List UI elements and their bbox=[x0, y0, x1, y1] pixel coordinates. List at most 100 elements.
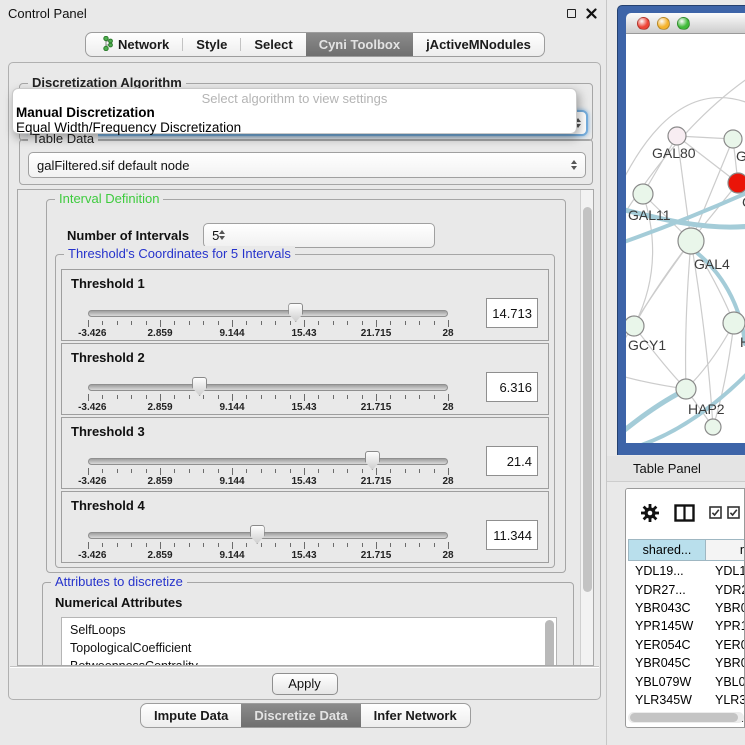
tick-mark bbox=[189, 395, 190, 399]
threshold-value-field[interactable]: 21.4 bbox=[486, 446, 538, 476]
network-node[interactable] bbox=[728, 173, 745, 193]
tick-mark bbox=[246, 321, 247, 325]
threshold-value-field[interactable]: 11.344 bbox=[486, 520, 538, 550]
scrollbar-thumb[interactable] bbox=[630, 713, 738, 722]
columns-icon[interactable] bbox=[674, 504, 695, 522]
slider-track[interactable] bbox=[88, 384, 448, 391]
threshold-value-field[interactable]: 14.713 bbox=[486, 298, 538, 328]
slider-track[interactable] bbox=[88, 532, 448, 539]
table-row[interactable]: YDL19...YDL1... bbox=[628, 562, 745, 580]
attribute-list-item[interactable]: SelfLoops bbox=[70, 621, 556, 639]
apply-button[interactable]: Apply bbox=[272, 673, 338, 695]
cyni-toolbox-panel: Discretization Algorithm Table Data galF… bbox=[8, 62, 601, 700]
threshold-label: Threshold 2 bbox=[71, 350, 145, 365]
tab-style[interactable]: Style bbox=[183, 33, 240, 56]
slider-track[interactable] bbox=[88, 310, 448, 317]
network-node[interactable] bbox=[723, 312, 745, 334]
checkbox-icon[interactable] bbox=[709, 506, 722, 519]
network-node[interactable] bbox=[633, 184, 653, 204]
settings-vertical-scrollbar[interactable] bbox=[580, 190, 593, 665]
column-header[interactable]: shared... bbox=[628, 539, 706, 561]
network-node-label: GAL4 bbox=[694, 256, 730, 272]
table-row[interactable]: YPR145WYPR1... bbox=[628, 617, 745, 635]
network-node[interactable] bbox=[626, 316, 644, 336]
numerical-attributes-list[interactable]: SelfLoopsTopologicalCoefficientBetweenne… bbox=[61, 617, 557, 666]
number-of-intervals-combobox[interactable]: 5 bbox=[203, 223, 435, 248]
table-cell: YER0... bbox=[706, 638, 745, 652]
tab-select[interactable]: Select bbox=[241, 33, 305, 56]
tick-mark bbox=[203, 469, 204, 473]
threshold-value-field[interactable]: 6.316 bbox=[486, 372, 538, 402]
tick-mark bbox=[333, 395, 334, 399]
float-panel-button[interactable] bbox=[564, 6, 578, 20]
network-node[interactable] bbox=[676, 379, 696, 399]
network-node-label: H bbox=[740, 334, 745, 350]
tick-mark bbox=[117, 395, 118, 399]
threshold-slider[interactable]: -3.4262.8599.14415.4321.71528 bbox=[88, 528, 448, 562]
interval-definition-title: Interval Definition bbox=[55, 191, 163, 206]
table-cell: YBL0... bbox=[706, 675, 745, 689]
tick-mark bbox=[362, 543, 363, 547]
dropdown-option[interactable]: Equal Width/Frequency Discretization bbox=[13, 121, 576, 136]
network-edge bbox=[686, 323, 734, 389]
table-row[interactable]: YBR045CYBR0... bbox=[628, 654, 745, 672]
tab-cyni-toolbox[interactable]: Cyni Toolbox bbox=[306, 33, 413, 56]
table-body: YDL19...YDL1...YDR27...YDR2...YBR043CYBR… bbox=[628, 562, 745, 728]
network-node[interactable] bbox=[724, 130, 742, 148]
scale-label: -3.426 bbox=[78, 328, 106, 339]
minimize-traffic-light-icon[interactable] bbox=[657, 17, 670, 30]
table-row[interactable]: YER054CYER0... bbox=[628, 636, 745, 654]
attribute-list-item[interactable]: BetweennessCentrality bbox=[70, 657, 556, 666]
table-toolbar bbox=[626, 489, 744, 536]
number-of-intervals-row: Number of Intervals 5 bbox=[67, 222, 537, 248]
threshold-label: Threshold 3 bbox=[71, 424, 145, 439]
tab-infer-network[interactable]: Infer Network bbox=[361, 704, 470, 727]
table-row[interactable]: YBR043CYBR0... bbox=[628, 599, 745, 617]
network-node[interactable] bbox=[668, 127, 686, 145]
tick-mark bbox=[405, 543, 406, 547]
thresholds-group-title: Threshold's Coordinates for 5 Intervals bbox=[64, 246, 295, 261]
scale-label: 21.715 bbox=[361, 476, 392, 487]
network-window-titlebar[interactable] bbox=[626, 13, 745, 34]
checkbox-icon[interactable] bbox=[727, 506, 740, 519]
tick-mark bbox=[304, 468, 305, 475]
zoom-traffic-light-icon[interactable] bbox=[677, 17, 690, 30]
table-row[interactable]: YDR27...YDR2... bbox=[628, 580, 745, 598]
threshold-slider[interactable]: -3.4262.8599.14415.4321.71528 bbox=[88, 380, 448, 414]
table-row[interactable]: YLR345WYLR3... bbox=[628, 691, 745, 709]
slider-track[interactable] bbox=[88, 458, 448, 465]
column-header[interactable]: n... bbox=[706, 539, 745, 561]
tab-discretize-data[interactable]: Discretize Data bbox=[241, 704, 360, 727]
gear-icon[interactable] bbox=[640, 503, 660, 523]
close-panel-button[interactable] bbox=[584, 6, 598, 20]
tab-label: jActiveMNodules bbox=[426, 37, 531, 52]
attributes-list-scrollbar[interactable] bbox=[545, 620, 554, 666]
tick-mark bbox=[419, 543, 420, 547]
network-node[interactable] bbox=[678, 228, 704, 254]
tick-mark bbox=[275, 321, 276, 325]
tick-mark bbox=[232, 394, 233, 401]
network-node[interactable] bbox=[705, 419, 721, 435]
table-horizontal-scrollbar[interactable] bbox=[628, 712, 744, 723]
attribute-list-item[interactable]: TopologicalCoefficient bbox=[70, 639, 556, 657]
tab-network[interactable]: Network bbox=[86, 33, 182, 56]
scale-label: 21.715 bbox=[361, 328, 392, 339]
network-edge bbox=[686, 241, 691, 389]
tick-mark bbox=[131, 395, 132, 399]
close-traffic-light-icon[interactable] bbox=[637, 17, 650, 30]
threshold-slider[interactable]: -3.4262.8599.14415.4321.71528 bbox=[88, 454, 448, 488]
scrollbar-thumb[interactable] bbox=[583, 207, 592, 592]
tab-jactivemnodules[interactable]: jActiveMNodules bbox=[413, 33, 544, 56]
table-data-combobox[interactable]: galFiltered.sif default node bbox=[28, 152, 586, 178]
network-canvas[interactable]: GAL80GCGAL11GAL4GCY1HHAP2 bbox=[626, 34, 745, 443]
tick-mark bbox=[318, 321, 319, 325]
tick-mark bbox=[419, 395, 420, 399]
table-cell: YLR345W bbox=[628, 693, 706, 707]
threshold-label: Threshold 4 bbox=[71, 498, 145, 513]
dropdown-option[interactable]: Manual Discretization bbox=[13, 106, 576, 121]
tick-mark bbox=[347, 395, 348, 399]
tick-mark bbox=[434, 469, 435, 473]
threshold-slider[interactable]: -3.4262.8599.14415.4321.71528 bbox=[88, 306, 448, 340]
tab-impute-data[interactable]: Impute Data bbox=[141, 704, 241, 727]
table-row[interactable]: YBL079WYBL0... bbox=[628, 672, 745, 690]
